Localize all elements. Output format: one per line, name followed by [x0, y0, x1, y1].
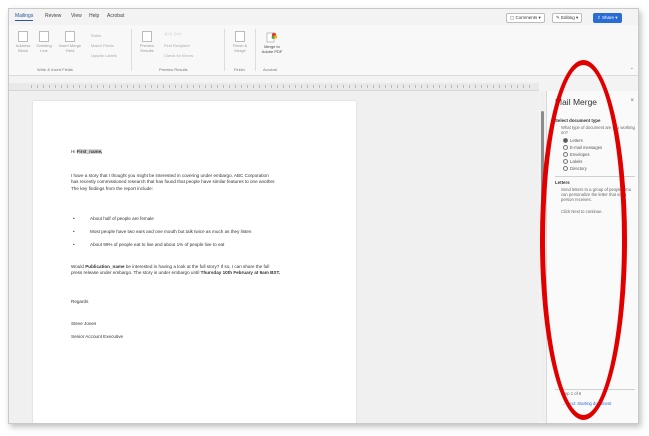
merge-field-publication[interactable]: Publication_name	[85, 264, 124, 269]
group-label-finish: Finish	[234, 67, 245, 72]
editing-button[interactable]: ✎ Editing ▾	[552, 13, 583, 23]
document-canvas: Hi First_name, I have a story that I tho…	[9, 91, 539, 423]
insert-merge-field-button[interactable]: Insert Merge Field	[57, 31, 83, 53]
document-page[interactable]: Hi First_name, I have a story that I tho…	[33, 101, 356, 423]
group-label-preview: Preview Results	[159, 67, 188, 72]
address-block-icon	[18, 31, 28, 42]
share-button[interactable]: ⇪ Share ▾	[593, 13, 622, 23]
ribbon-separator	[255, 29, 256, 71]
paragraph-intro: I have a story that I thought you might …	[71, 173, 276, 191]
highlight-annotation	[540, 60, 627, 420]
horizontal-ruler[interactable]	[9, 83, 539, 91]
ribbon-tabs: Mailings Review View Help Acrobat ▢ Comm…	[9, 9, 638, 25]
tab-view[interactable]: View	[71, 13, 82, 19]
address-block-button[interactable]: Address Block	[15, 31, 31, 53]
paragraph-offer: Would Publication_name be interested in …	[71, 264, 281, 276]
comments-button[interactable]: ▢ Comments ▾	[506, 13, 545, 23]
find-recipient-button[interactable]: Find Recipient	[164, 43, 190, 48]
group-label-acrobat: Acrobat	[263, 67, 277, 72]
finish-merge-button[interactable]: Finish & Merge	[229, 31, 251, 53]
collapse-ribbon-icon[interactable]: ⌄	[630, 65, 634, 71]
record-navigation[interactable]: ◁ ◁ ▷ ▷	[164, 31, 182, 36]
rules-button[interactable]: Rules	[91, 33, 101, 38]
greeting-line-button[interactable]: Greeting Line	[35, 31, 53, 53]
tab-review[interactable]: Review	[45, 13, 61, 19]
preview-results-button[interactable]: Preview Results	[136, 31, 158, 53]
ribbon: Address Block Greeting Line Insert Merge…	[9, 25, 638, 76]
regards-line: Regards	[71, 299, 89, 304]
finish-merge-icon	[235, 31, 245, 42]
group-label-write: Write & Insert Fields	[37, 67, 73, 72]
tab-help[interactable]: Help	[89, 13, 99, 19]
tab-acrobat[interactable]: Acrobat	[107, 13, 124, 19]
greeting-line: Hi First_name,	[71, 149, 103, 154]
ribbon-separator	[224, 29, 225, 71]
merge-field-first-name[interactable]: First_name,	[76, 149, 103, 154]
close-icon[interactable]: ×	[630, 98, 634, 104]
preview-icon	[142, 31, 152, 42]
tab-mailings[interactable]: Mailings	[15, 13, 34, 21]
match-fields-button[interactable]: Match Fields	[91, 43, 114, 48]
update-labels-button[interactable]: Update Labels	[91, 53, 117, 58]
check-errors-button[interactable]: Check for Errors	[164, 53, 193, 58]
greeting-line-icon	[39, 31, 49, 42]
ruler-ticks	[31, 85, 531, 88]
merge-field-icon	[65, 31, 75, 42]
ribbon-separator	[131, 29, 132, 71]
signature-title: Senior Account Executive	[71, 334, 124, 339]
signature-name: Steve Jones	[71, 321, 97, 326]
adobe-pdf-icon	[266, 31, 278, 43]
merge-to-pdf-button[interactable]: Merge to Adobe PDF	[259, 31, 285, 54]
